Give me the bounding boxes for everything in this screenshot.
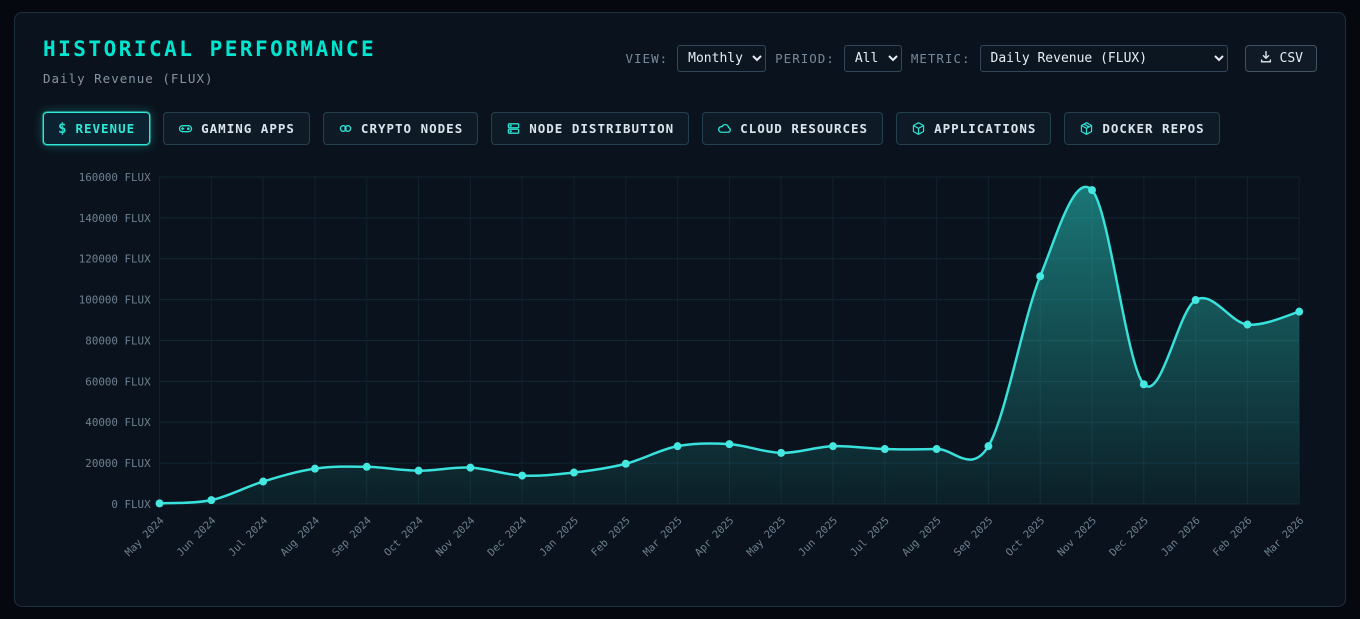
x-tick-label: Oct 2024 [382,515,426,559]
y-tick-label: 60000 FLUX [85,375,151,388]
period-select[interactable]: All [844,45,902,72]
x-tick-label: Dec 2025 [1107,515,1151,559]
csv-export-button[interactable]: CSV [1245,45,1317,72]
header-row: HISTORICAL PERFORMANCE Daily Revenue (FL… [43,37,1317,86]
dollar-icon: $ [58,122,67,136]
data-point[interactable] [725,440,733,448]
tab-cloud-resources[interactable]: CLOUD RESOURCES [702,112,883,145]
data-point[interactable] [518,472,526,480]
view-select[interactable]: Monthly [677,45,766,72]
y-tick-label: 0 FLUX [111,498,151,511]
data-point[interactable] [674,442,682,450]
y-tick-label: 120000 FLUX [79,253,151,266]
y-tick-label: 160000 FLUX [79,171,151,184]
cube-icon [1079,121,1094,136]
data-point[interactable] [311,465,319,473]
data-point[interactable] [1036,272,1044,280]
y-tick-label: 100000 FLUX [79,294,151,307]
tab-docker-repos[interactable]: DOCKER REPOS [1064,112,1219,145]
tab-label: CRYPTO NODES [361,121,463,136]
data-point[interactable] [829,442,837,450]
tab-label: APPLICATIONS [934,121,1036,136]
tab-label: CLOUD RESOURCES [740,121,868,136]
download-icon [1259,50,1273,68]
x-tick-label: May 2024 [123,515,167,559]
data-point[interactable] [777,449,785,457]
x-tick-label: Mar 2026 [1263,515,1307,559]
tab-crypto-nodes[interactable]: CRYPTO NODES [323,112,478,145]
data-point[interactable] [1088,186,1096,194]
tab-label: NODE DISTRIBUTION [529,121,674,136]
x-tick-label: Feb 2025 [589,515,633,559]
data-point[interactable] [415,467,423,475]
x-tick-label: Jan 2025 [537,515,581,559]
tab-label: DOCKER REPOS [1102,121,1204,136]
y-tick-label: 80000 FLUX [85,334,151,347]
data-point[interactable] [259,478,267,486]
x-tick-label: Mar 2025 [641,515,685,559]
tab-node-distribution[interactable]: NODE DISTRIBUTION [491,112,689,145]
x-tick-label: Jul 2024 [226,515,270,559]
data-point[interactable] [1295,308,1303,316]
y-tick-label: 140000 FLUX [79,212,151,225]
x-tick-label: Oct 2025 [1004,515,1048,559]
x-tick-label: Nov 2024 [434,515,478,559]
data-point[interactable] [207,496,215,504]
tab-applications[interactable]: APPLICATIONS [896,112,1051,145]
link-icon [338,121,353,136]
tab-label: REVENUE [75,121,135,136]
page-subtitle: Daily Revenue (FLUX) [43,71,376,86]
cloud-icon [717,121,732,136]
x-tick-label: Aug 2024 [278,515,322,559]
y-tick-label: 40000 FLUX [85,416,151,429]
view-label: VIEW: [626,51,669,66]
data-point[interactable] [156,499,164,507]
y-tick-label: 20000 FLUX [85,457,151,470]
x-tick-label: Sep 2025 [952,515,996,559]
data-point[interactable] [1140,380,1148,388]
performance-chart: 0 FLUX 20000 FLUX 40000 FLUX 60000 FLUX 8000… [43,159,1317,589]
gamepad-icon [178,121,193,136]
x-tick-label: Jun 2024 [175,515,219,559]
data-point[interactable] [933,445,941,453]
x-tick-label: Sep 2024 [330,515,374,559]
page-title: HISTORICAL PERFORMANCE [43,37,376,61]
server-stack-icon [506,121,521,136]
data-point[interactable] [570,469,578,477]
tab-gaming-apps[interactable]: GAMING APPS [163,112,310,145]
tab-revenue[interactable]: $ REVENUE [43,112,150,145]
data-point[interactable] [466,464,474,472]
chart-controls: VIEW: Monthly PERIOD: All METRIC: Daily … [626,45,1318,72]
x-tick-label: Jun 2025 [796,515,840,559]
chart-area: 0 FLUX 20000 FLUX 40000 FLUX 60000 FLUX 8000… [43,159,1317,593]
historical-performance-card: HISTORICAL PERFORMANCE Daily Revenue (FL… [14,12,1346,607]
data-point[interactable] [881,445,889,453]
data-point[interactable] [363,463,371,471]
x-tick-label: Jan 2026 [1159,515,1203,559]
data-point[interactable] [1243,321,1251,329]
category-tabs: $ REVENUE GAMING APPS CRYPTO NODES [43,112,1317,145]
period-label: PERIOD: [775,51,835,66]
csv-button-label: CSV [1280,51,1303,66]
x-tick-label: Nov 2025 [1055,515,1099,559]
data-point[interactable] [984,442,992,450]
metric-label: METRIC: [911,51,971,66]
data-point[interactable] [1192,296,1200,304]
x-tick-label: Feb 2026 [1211,515,1255,559]
x-tick-label: May 2025 [745,515,789,559]
tab-label: GAMING APPS [201,121,295,136]
package-icon [911,121,926,136]
x-tick-label: Aug 2025 [900,515,944,559]
metric-select[interactable]: Daily Revenue (FLUX) [980,45,1228,72]
title-block: HISTORICAL PERFORMANCE Daily Revenue (FL… [43,37,376,86]
x-tick-label: Apr 2025 [693,515,737,559]
x-tick-label: Dec 2024 [486,515,530,559]
x-tick-label: Jul 2025 [848,515,892,559]
data-point[interactable] [622,460,630,468]
